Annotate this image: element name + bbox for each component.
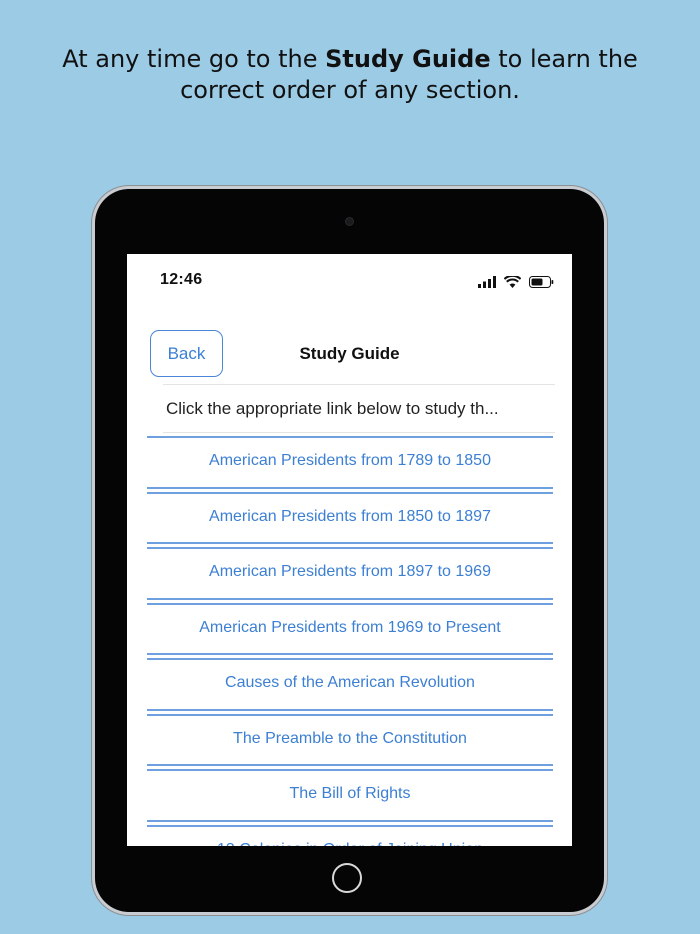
front-camera (345, 217, 354, 226)
study-link-presidents-1789-1850[interactable]: American Presidents from 1789 to 1850 (147, 436, 553, 489)
instruction-text: Click the appropriate link below to stud… (166, 399, 499, 418)
header-divider (163, 384, 555, 385)
back-button[interactable]: Back (150, 330, 223, 377)
status-bar-icons (477, 272, 554, 288)
status-bar-time: 12:46 (160, 271, 203, 288)
ipad-device-frame: 12:46 Back Study Guide Click the appropr… (95, 189, 604, 912)
caption-line-2: correct order of any section. (180, 76, 520, 104)
study-link-preamble[interactable]: The Preamble to the Constitution (147, 713, 553, 766)
caption-text-after: to learn the (490, 45, 638, 73)
caption-line-1: At any time go to the Study Guide to lea… (0, 44, 700, 75)
page-title: Study Guide (299, 344, 400, 363)
study-guide-link-list: American Presidents from 1789 to 1850 Am… (147, 436, 553, 846)
signal-bars-icon (477, 273, 496, 292)
study-link-causes-revolution[interactable]: Causes of the American Revolution (147, 658, 553, 711)
study-link-bill-of-rights[interactable]: The Bill of Rights (147, 769, 553, 822)
wifi-icon (503, 273, 522, 292)
device-screen: 12:46 Back Study Guide Click the appropr… (127, 254, 572, 846)
study-link-presidents-1850-1897[interactable]: American Presidents from 1850 to 1897 (147, 491, 553, 544)
caption-text-before: At any time go to the (62, 45, 326, 73)
caption-bold-text: Study Guide (325, 45, 491, 73)
study-link-presidents-1969-present[interactable]: American Presidents from 1969 to Present (147, 602, 553, 655)
instruction-divider (163, 432, 555, 433)
study-link-presidents-1897-1969[interactable]: American Presidents from 1897 to 1969 (147, 547, 553, 600)
study-link-13-colonies[interactable]: 13 Colonies in Order of Joining Union (147, 824, 553, 846)
home-button[interactable] (332, 863, 362, 893)
battery-icon (529, 273, 554, 292)
promo-caption: At any time go to the Study Guide to lea… (0, 44, 700, 106)
